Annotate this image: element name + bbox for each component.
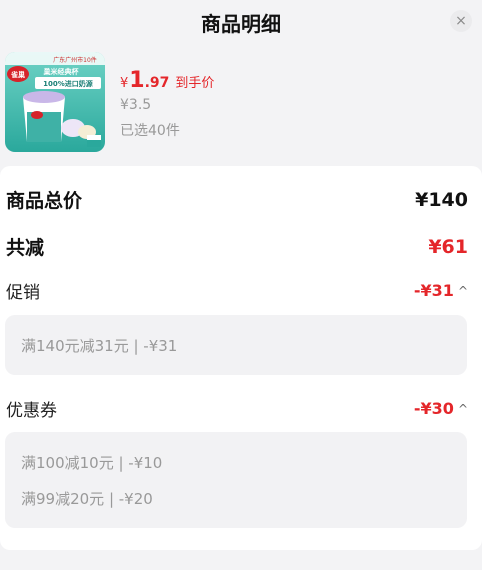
promotion-header[interactable]: 促销 -¥31 ^ [6,278,468,303]
total-price-row: 商品总价 ¥140 [6,186,468,213]
coupon-value-group: -¥30 ^ [414,399,468,418]
image-product-name: 巢米经典杯 [43,67,80,76]
final-price: ¥ 1 .97 到手价 [120,68,214,93]
chevron-up-icon[interactable]: ^ [458,284,468,298]
discount-label: 共减 [6,237,45,259]
coupon-label: 优惠券 [6,401,57,421]
coupon-item: 满100减10元 | -¥10 [21,454,163,472]
header: 商品明细 × [0,0,482,44]
total-price-label: 商品总价 [6,190,83,212]
price-decimal: .97 [144,75,170,91]
image-brand-logo: 雀巢 [10,70,26,79]
discount-row: 共减 ¥61 [6,233,468,260]
price-tag: 到手价 [175,76,215,91]
image-slogan: 100%进口奶源 [43,79,93,88]
currency-symbol: ¥ [120,76,129,91]
original-price: ¥3.5 [120,97,152,113]
page-title: 商品明细 [201,12,281,36]
promotion-value-group: -¥31 ^ [414,281,468,300]
chevron-up-icon[interactable]: ^ [458,402,468,416]
close-button[interactable]: × [450,10,472,32]
discount-value: ¥61 [428,235,468,258]
price-detail-card: 商品总价 ¥140 共减 ¥61 促销 -¥31 ^ 满140元减31元 | -… [0,166,482,550]
selected-quantity: 已选40件 [120,123,180,139]
product-image: 广东广州市10件 雀巢 巢米经典杯 100%进口奶源 [5,52,105,152]
ice-cream-product-image: 广东广州市10件 雀巢 巢米经典杯 100%进口奶源 [5,52,105,152]
total-price-value: ¥140 [415,188,468,211]
price-integer: 1 [129,68,145,93]
promotion-details: 满140元减31元 | -¥31 [5,315,467,375]
product-summary: 广东广州市10件 雀巢 巢米经典杯 100%进口奶源 ¥ 1 .97 到手价 ¥… [0,44,482,158]
promotion-label: 促销 [6,283,40,303]
promotion-item: 满140元减31元 | -¥31 [21,337,178,355]
coupon-details: 满100减10元 | -¥10 满99减20元 | -¥20 [5,432,467,528]
close-icon: × [455,13,467,29]
coupon-item: 满99减20元 | -¥20 [21,490,153,508]
image-label-region: 广东广州市10件 [53,56,97,64]
coupon-header[interactable]: 优惠券 -¥30 ^ [6,396,468,421]
coupon-value: -¥30 [413,399,454,418]
promotion-value: -¥31 [413,281,454,300]
